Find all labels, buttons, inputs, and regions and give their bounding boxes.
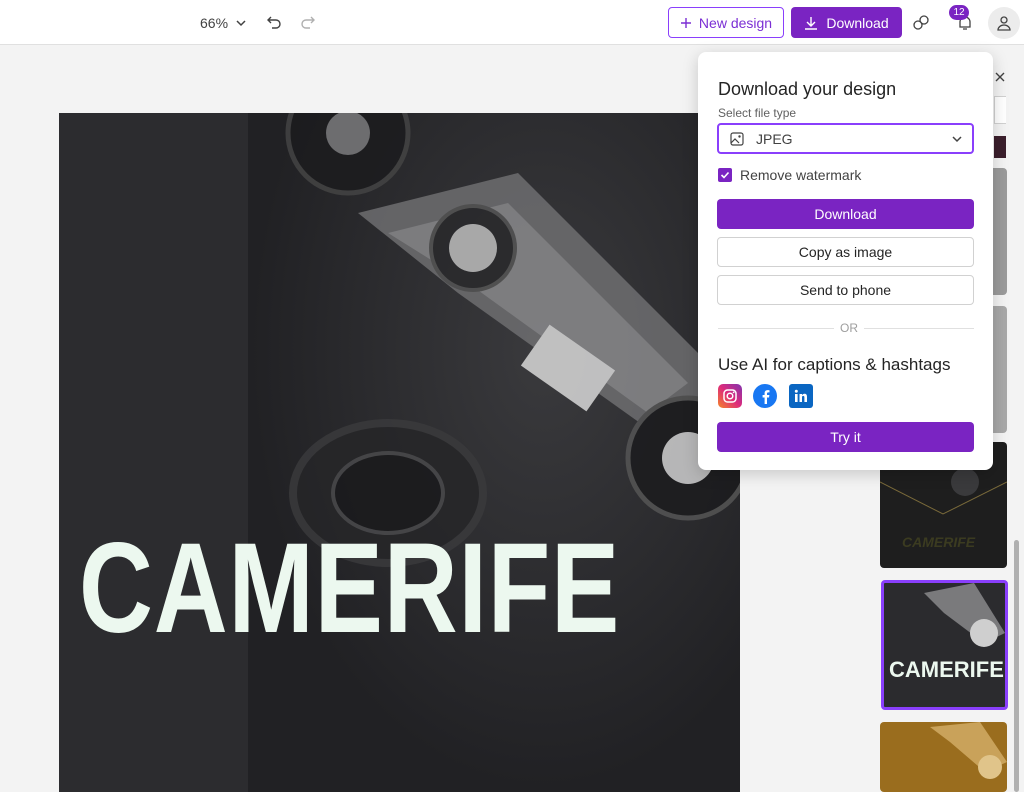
top-toolbar: 66% New design Download 12 — [0, 0, 1024, 45]
thumbnail-title: CAMERIFE — [889, 657, 1004, 682]
ai-captions-title: Use AI for captions & hashtags — [718, 355, 951, 374]
remove-watermark-checkbox[interactable]: Remove watermark — [718, 167, 861, 183]
redo-icon — [301, 16, 315, 29]
send-to-phone-button[interactable]: Send to phone — [717, 275, 974, 305]
undo-icon — [267, 16, 281, 29]
design-canvas[interactable]: CAMERIFE — [59, 113, 740, 792]
download-toolbar-label: Download — [826, 14, 889, 31]
new-design-button[interactable]: New design — [668, 7, 784, 38]
template-thumbnail-selected[interactable]: CAMERIFE — [881, 580, 1008, 710]
thumbnail-camera-icon — [930, 722, 1007, 779]
or-text: OR — [834, 321, 864, 335]
close-icon — [995, 72, 1005, 82]
chevron-down-icon — [236, 20, 246, 27]
remove-watermark-label: Remove watermark — [740, 167, 862, 183]
copy-as-image-button[interactable]: Copy as image — [717, 237, 974, 267]
notification-count-badge: 12 — [949, 5, 969, 20]
new-design-label: New design — [698, 14, 773, 31]
download-toolbar-button[interactable]: Download — [791, 7, 902, 38]
file-type-value: JPEG — [756, 130, 793, 147]
facebook-icon[interactable] — [753, 384, 777, 408]
undo-button[interactable] — [264, 12, 284, 32]
download-panel: Download your design Select file type JP… — [698, 52, 993, 470]
zoom-value: 66% — [200, 15, 229, 31]
share-button[interactable] — [910, 12, 932, 34]
download-icon — [805, 16, 818, 30]
person-icon — [997, 16, 1011, 31]
sidebar-search-field[interactable] — [994, 96, 1006, 124]
share-icon — [913, 15, 929, 30]
thumbnail-camera-icon — [924, 583, 1005, 647]
camera-photo — [248, 113, 740, 792]
sidebar-scrollbar[interactable] — [1014, 540, 1019, 792]
plus-icon — [680, 17, 691, 28]
file-type-label: Select file type — [718, 106, 797, 120]
canvas-left-strip — [59, 113, 248, 792]
avatar[interactable] — [988, 7, 1020, 39]
file-type-select[interactable]: JPEG — [717, 123, 974, 154]
download-panel-title: Download your design — [718, 79, 897, 99]
download-button[interactable]: Download — [717, 199, 974, 229]
image-icon — [730, 131, 744, 146]
canvas-title-text[interactable]: CAMERIFE — [79, 525, 620, 653]
camera-illustration-icon — [285, 113, 740, 567]
zoom-dropdown[interactable]: 66% — [200, 12, 246, 34]
template-thumbnail[interactable] — [880, 722, 1007, 792]
close-button[interactable] — [994, 70, 1006, 88]
thumbnail-title: CAMERIFE — [902, 534, 976, 550]
instagram-icon[interactable] — [718, 384, 742, 408]
chevron-down-icon — [952, 136, 962, 143]
linkedin-icon[interactable] — [789, 384, 813, 408]
redo-button[interactable] — [298, 12, 318, 32]
try-it-button[interactable]: Try it — [717, 422, 974, 452]
checkbox-checked-icon — [718, 168, 732, 182]
sidebar-color-swatch[interactable] — [994, 136, 1006, 158]
